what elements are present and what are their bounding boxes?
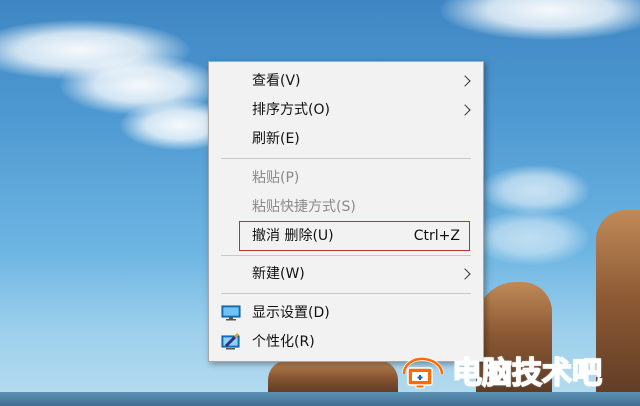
menu-item-label: 查看(V) bbox=[252, 73, 301, 89]
watermark: 电脑技术吧 bbox=[400, 354, 636, 394]
display-settings-icon bbox=[221, 305, 241, 321]
arch-rock bbox=[268, 360, 398, 394]
cloud bbox=[470, 210, 590, 265]
watermark-text: 电脑技术吧 bbox=[451, 355, 603, 392]
menu-item-paste-shortcut[interactable]: 粘贴快捷方式(S) bbox=[209, 193, 483, 221]
menu-item-label: 刷新(E) bbox=[252, 131, 300, 147]
menu-separator bbox=[221, 158, 471, 159]
menu-separator bbox=[221, 293, 471, 294]
menu-item-label: 新建(W) bbox=[252, 266, 305, 282]
menu-item-new[interactable]: 新建(W) bbox=[209, 260, 483, 288]
highlight-box bbox=[239, 221, 470, 251]
cloud bbox=[440, 0, 640, 40]
menu-item-personalize[interactable]: 个性化(R) bbox=[209, 328, 483, 356]
menu-item-display-settings[interactable]: 显示设置(D) bbox=[209, 299, 483, 327]
menu-item-label: 个性化(R) bbox=[252, 334, 315, 350]
menu-item-paste[interactable]: 粘贴(P) bbox=[209, 164, 483, 192]
desktop-context-menu: 查看(V) 排序方式(O) 刷新(E) 粘贴(P) 粘贴快捷方式(S) 撤消 删… bbox=[208, 61, 484, 362]
menu-item-label: 显示设置(D) bbox=[252, 305, 330, 321]
menu-item-label: 粘贴快捷方式(S) bbox=[252, 199, 356, 215]
chevron-right-icon bbox=[459, 268, 471, 280]
cloud bbox=[480, 165, 590, 215]
chevron-right-icon bbox=[459, 75, 471, 87]
menu-item-refresh[interactable]: 刷新(E) bbox=[209, 125, 483, 153]
menu-item-label: 排序方式(O) bbox=[252, 102, 330, 118]
personalize-icon bbox=[221, 333, 240, 350]
computer-logo-icon bbox=[402, 356, 444, 389]
menu-item-sort-by[interactable]: 排序方式(O) bbox=[209, 96, 483, 124]
menu-separator bbox=[221, 255, 471, 256]
menu-item-label: 粘贴(P) bbox=[252, 170, 300, 186]
sea bbox=[0, 392, 640, 406]
menu-item-view[interactable]: 查看(V) bbox=[209, 67, 483, 95]
chevron-right-icon bbox=[459, 104, 471, 116]
